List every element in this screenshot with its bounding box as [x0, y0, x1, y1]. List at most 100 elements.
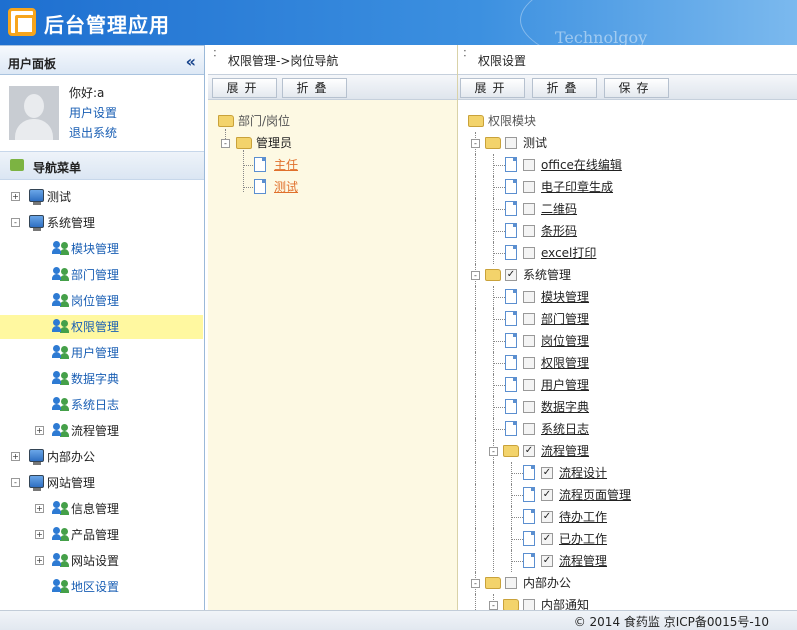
expand-toggle-icon[interactable]: + [11, 452, 20, 461]
logout-link[interactable]: 退出系统 [69, 124, 117, 141]
permission-checkbox[interactable] [523, 379, 535, 391]
permission-checkbox[interactable] [523, 313, 535, 325]
nav-item[interactable]: 模块管理 [0, 237, 203, 261]
permission-checkbox[interactable] [523, 423, 535, 435]
nav-item[interactable]: + 网站设置 [0, 549, 203, 573]
nav-item[interactable]: + 产品管理 [0, 523, 203, 547]
permission-checkbox[interactable]: ✓ [541, 489, 553, 501]
permission-checkbox[interactable] [523, 181, 535, 193]
nav-item[interactable]: - 系统管理 [0, 211, 203, 235]
permission-checkbox[interactable]: ✓ [541, 467, 553, 479]
avatar [9, 86, 59, 140]
permission-label[interactable]: 用户管理 [541, 374, 589, 396]
permission-label[interactable]: 内部办公 [523, 572, 571, 594]
users-icon [52, 371, 69, 385]
tree-line [493, 385, 505, 386]
permission-checkbox[interactable] [523, 599, 535, 610]
permission-checkbox[interactable] [505, 577, 517, 589]
permission-label[interactable]: 流程管理 [541, 440, 589, 462]
nav-item[interactable]: 用户管理 [0, 341, 203, 365]
permission-checkbox[interactable]: ✓ [523, 445, 535, 457]
permission-label[interactable]: 流程页面管理 [559, 484, 631, 506]
permission-label[interactable]: 测试 [523, 132, 547, 154]
tree-line [475, 308, 476, 330]
permission-checkbox[interactable] [523, 247, 535, 259]
tree-item-label[interactable]: 主任 [274, 154, 298, 176]
collapse-toggle-icon[interactable]: - [11, 478, 20, 487]
permission-label[interactable]: 系统日志 [541, 418, 589, 440]
tree-toggle-icon[interactable]: - [221, 139, 230, 148]
save-button[interactable]: 保存 [604, 78, 669, 98]
nav-item[interactable]: + 信息管理 [0, 497, 203, 521]
permission-label[interactable]: 部门管理 [541, 308, 589, 330]
permission-label[interactable]: 二维码 [541, 198, 577, 220]
tree-line [493, 319, 505, 320]
collapse-button[interactable]: 折叠 [532, 78, 597, 98]
tree-toggle-icon[interactable]: - [489, 601, 498, 610]
tree-toggle-icon[interactable]: - [471, 139, 480, 148]
permission-label[interactable]: 系统管理 [523, 264, 571, 286]
permission-label[interactable]: 已办工作 [559, 528, 607, 550]
tree-line [511, 539, 523, 540]
tree-line [493, 528, 494, 550]
collapse-toggle-icon[interactable]: - [11, 218, 20, 227]
permission-checkbox[interactable] [523, 291, 535, 303]
nav-item[interactable]: + 测试 [0, 185, 203, 209]
nav-item[interactable]: 地区设置 [0, 575, 203, 599]
nav-item[interactable]: 数据字典 [0, 367, 203, 391]
permission-label[interactable]: 条形码 [541, 220, 577, 242]
nav-item[interactable]: 权限管理 [0, 315, 203, 339]
nav-item[interactable]: 部门管理 [0, 263, 203, 287]
collapse-button[interactable]: 折叠 [282, 78, 347, 98]
expand-toggle-icon[interactable]: + [35, 556, 44, 565]
tree-toggle-icon[interactable]: - [471, 271, 480, 280]
nav-item-label: 网站设置 [71, 554, 120, 568]
permission-label[interactable]: 流程设计 [559, 462, 607, 484]
tree-item-label[interactable]: 测试 [274, 176, 298, 198]
tree-line [511, 550, 512, 572]
permission-label[interactable]: 权限管理 [541, 352, 589, 374]
left-panel: 用户面板 « 你好:a 用户设置 退出系统 导航菜单 + 测试 - 系统管理 模块管理部… [0, 45, 205, 610]
permission-checkbox[interactable]: ✓ [541, 533, 553, 545]
collapse-panel-icon[interactable]: « [186, 52, 196, 71]
permission-checkbox[interactable] [523, 159, 535, 171]
permission-checkbox[interactable] [523, 357, 535, 369]
tree-line [493, 506, 494, 528]
permission-label[interactable]: 流程管理 [559, 550, 607, 572]
nav-item[interactable]: 系统日志 [0, 393, 203, 417]
permission-label[interactable]: 电子印章生成 [541, 176, 613, 198]
expand-button[interactable]: 展开 [212, 78, 277, 98]
permission-label[interactable]: 内部通知 [541, 594, 589, 610]
expand-toggle-icon[interactable]: + [35, 504, 44, 513]
nav-menu-title: 导航菜单 [33, 161, 82, 175]
expand-toggle-icon[interactable]: + [35, 530, 44, 539]
expand-toggle-icon[interactable]: + [35, 426, 44, 435]
nav-item[interactable]: + 内部办公 [0, 445, 203, 469]
nav-item[interactable]: + 流程管理 [0, 419, 203, 443]
permission-checkbox[interactable] [523, 335, 535, 347]
document-icon [523, 509, 535, 524]
users-icon [52, 345, 69, 359]
expand-button[interactable]: 展开 [460, 78, 525, 98]
tree-toggle-icon[interactable]: - [471, 579, 480, 588]
permission-checkbox[interactable]: ✓ [541, 511, 553, 523]
permission-label[interactable]: excel打印 [541, 242, 596, 264]
tree-toggle-icon[interactable]: - [489, 447, 498, 456]
permission-label[interactable]: 模块管理 [541, 286, 589, 308]
permission-label[interactable]: 数据字典 [541, 396, 589, 418]
permission-label[interactable]: 待办工作 [559, 506, 607, 528]
nav-item[interactable]: 岗位管理 [0, 289, 203, 313]
expand-toggle-icon[interactable]: + [11, 192, 20, 201]
permission-checkbox[interactable] [505, 137, 517, 149]
permission-label[interactable]: office在线编辑 [541, 154, 622, 176]
permission-checkbox[interactable]: ✓ [505, 269, 517, 281]
permission-checkbox[interactable] [523, 401, 535, 413]
user-settings-link[interactable]: 用户设置 [69, 104, 117, 121]
user-panel-header: 用户面板 « [0, 45, 204, 75]
users-icon [52, 527, 69, 541]
permission-label[interactable]: 岗位管理 [541, 330, 589, 352]
nav-item[interactable]: - 网站管理 [0, 471, 203, 495]
permission-checkbox[interactable] [523, 203, 535, 215]
permission-checkbox[interactable] [523, 225, 535, 237]
permission-checkbox[interactable]: ✓ [541, 555, 553, 567]
